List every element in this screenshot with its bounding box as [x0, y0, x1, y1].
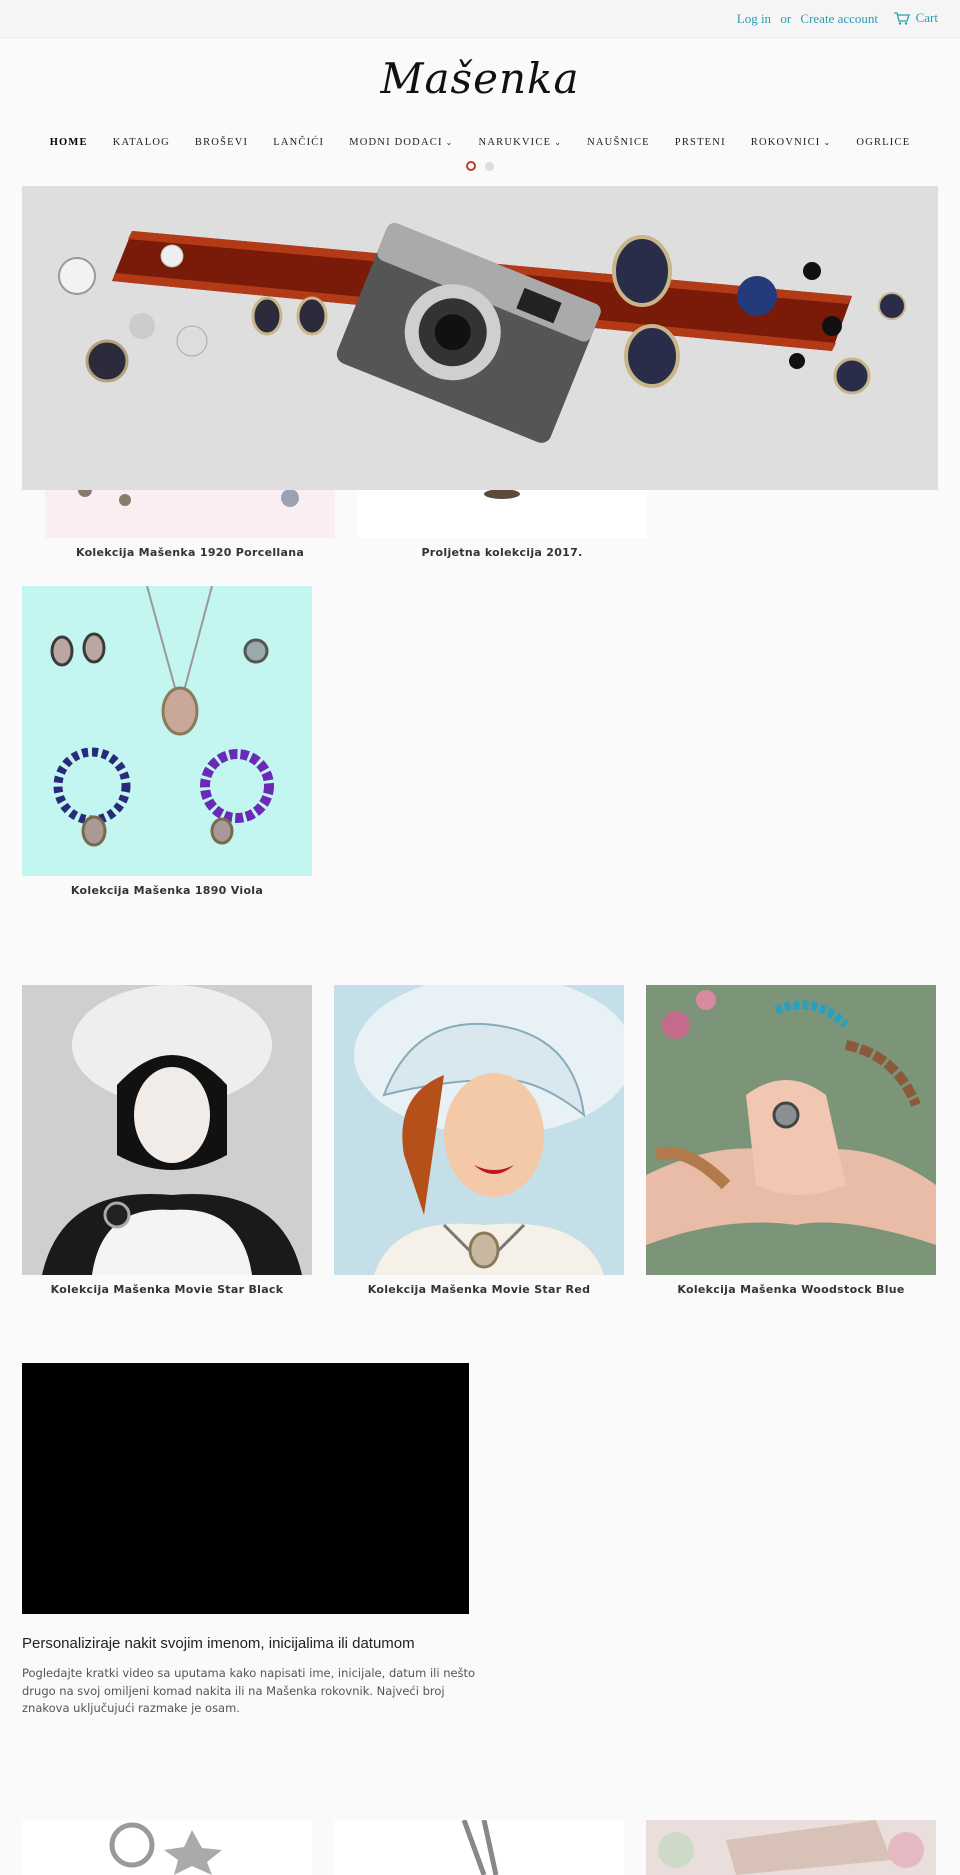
collection-card[interactable]: Kolekcija Mašenka Movie Star Red	[334, 985, 624, 1297]
collection-title: Proljetna kolekcija 2017.	[421, 546, 583, 559]
product-image	[646, 1820, 936, 1875]
cart-icon	[893, 11, 910, 25]
nav-label: HOME	[49, 137, 88, 148]
slider-dot-1[interactable]	[466, 161, 476, 171]
nav-item-brosevi[interactable]: BROŠEVI	[182, 137, 260, 148]
nav-label: BROŠEVI	[194, 137, 249, 148]
cart-link[interactable]: Cart	[893, 10, 938, 26]
cart-label: Cart	[915, 10, 938, 25]
or-text: or	[780, 11, 792, 26]
nav-item-prsteni[interactable]: PRSTENI	[662, 137, 738, 148]
collection-title: Kolekcija Mašenka Woodstock Blue	[677, 1283, 905, 1296]
collection-card[interactable]: Kolekcija Mašenka Woodstock Blue	[646, 985, 936, 1297]
nav-item-modni-dodaci[interactable]: MODNI DODACI ⌄	[337, 137, 466, 148]
nav-item-lancici[interactable]: LANČIĆI	[261, 137, 337, 148]
hero-banner[interactable]	[22, 186, 938, 490]
nav-item-katalog[interactable]: KATALOG	[100, 137, 182, 148]
collection-title: Kolekcija Mašenka 1890 Viola	[70, 884, 264, 897]
nav-label: MODNI DODACI	[349, 137, 443, 148]
collection-image	[646, 985, 936, 1275]
nav-label: ROKOVNICI	[750, 137, 821, 148]
product-image	[22, 1820, 312, 1875]
product-card[interactable]	[646, 1820, 936, 1875]
hero-jewelry-image	[58, 223, 906, 443]
collection-card[interactable]: Kolekcija Mašenka Movie Star Black	[22, 985, 312, 1297]
nav-item-rokovnici[interactable]: ROKOVNICI ⌄	[738, 137, 844, 148]
product-card[interactable]	[334, 1820, 624, 1875]
nav-item-narukvice[interactable]: NARUKVICE ⌄	[466, 137, 575, 148]
collection-card[interactable]: Kolekcija Mašenka 1890 Viola	[22, 586, 312, 898]
nav-label: LANČIĆI	[273, 137, 325, 148]
store-logo[interactable]: Mašenka	[0, 54, 960, 103]
collection-image	[334, 985, 624, 1275]
chevron-down-icon: ⌄	[554, 138, 563, 147]
account-links: Log in or Create account	[731, 11, 878, 27]
slider-dots	[466, 161, 494, 171]
chevron-down-icon: ⌄	[823, 138, 832, 147]
top-bar: Log in or Create account Cart	[0, 0, 960, 38]
chevron-down-icon: ⌄	[445, 138, 454, 147]
collection-title: Kolekcija Mašenka 1920 Porcellana	[75, 546, 305, 559]
video-player[interactable]	[22, 1363, 469, 1614]
create-account-link[interactable]: Create account	[800, 11, 878, 26]
nav-label: KATALOG	[112, 137, 170, 148]
slider-dot-2[interactable]	[485, 161, 494, 171]
collection-image	[22, 586, 312, 876]
collection-title: Kolekcija Mašenka Movie Star Red	[367, 1283, 591, 1296]
collection-title: Kolekcija Mašenka Movie Star Black	[50, 1283, 284, 1296]
nav-label: PRSTENI	[674, 137, 726, 148]
main-navigation: HOME KATALOG BROŠEVI LANČIĆI MODNI DODAC…	[0, 137, 960, 148]
video-heading: Personaliziraje nakit svojim imenom, ini…	[22, 1635, 415, 1652]
product-image	[334, 1820, 624, 1875]
product-card[interactable]	[22, 1820, 312, 1875]
nav-item-home[interactable]: HOME	[37, 137, 100, 148]
nav-item-ogrlice[interactable]: OGRLICE	[844, 137, 923, 148]
video-description: Pogledajte kratki video sa uputama kako …	[22, 1666, 476, 1715]
collection-image	[22, 985, 312, 1275]
nav-item-nausnice[interactable]: NAUŠNICE	[575, 137, 663, 148]
login-link[interactable]: Log in	[737, 11, 771, 26]
nav-label: NARUKVICE	[478, 137, 552, 148]
nav-label: OGRLICE	[856, 137, 911, 148]
nav-label: NAUŠNICE	[587, 137, 650, 148]
